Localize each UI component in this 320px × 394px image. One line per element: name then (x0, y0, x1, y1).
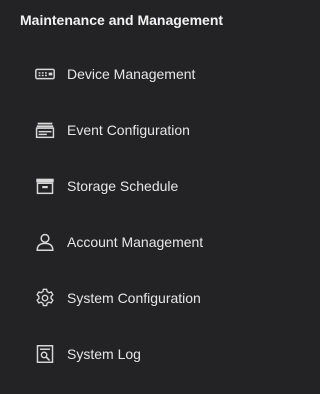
system-configuration-icon (33, 286, 57, 310)
menu-item-system-log[interactable]: System Log (0, 338, 270, 394)
menu-item-label: Storage Schedule (67, 178, 179, 194)
menu-item-label: Event Configuration (67, 122, 190, 138)
menu-item-label: Account Management (67, 234, 204, 250)
account-management-icon (33, 230, 57, 254)
menu-item-device-management[interactable]: Device Management (0, 58, 270, 114)
menu-item-system-configuration[interactable]: System Configuration (0, 282, 270, 338)
maintenance-management-panel: Maintenance and Management Device Manage… (0, 0, 270, 383)
menu-item-storage-schedule[interactable]: Storage Schedule (0, 170, 270, 226)
menu-list: Device Management Event Configuration St… (0, 58, 270, 394)
menu-item-label: System Log (67, 346, 141, 362)
event-configuration-icon (33, 118, 57, 142)
menu-item-event-configuration[interactable]: Event Configuration (0, 114, 270, 170)
system-log-icon (33, 342, 57, 366)
device-management-icon (33, 62, 57, 86)
storage-schedule-icon (33, 174, 57, 198)
menu-item-account-management[interactable]: Account Management (0, 226, 270, 282)
section-title: Maintenance and Management (20, 12, 224, 28)
menu-item-label: System Configuration (67, 290, 201, 306)
menu-item-label: Device Management (67, 66, 196, 82)
